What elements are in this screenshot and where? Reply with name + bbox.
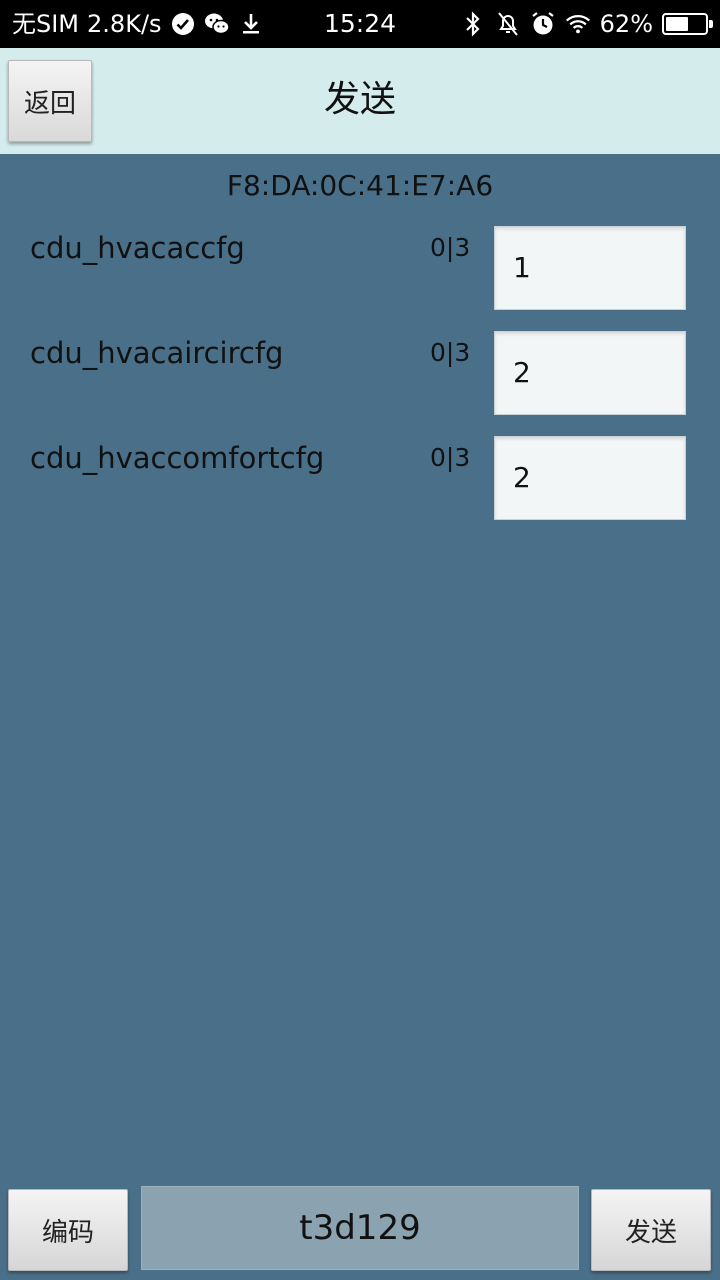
param-name: cdu_hvacaccfg bbox=[30, 231, 245, 265]
bluetooth-icon bbox=[460, 11, 486, 37]
page-title: 发送 bbox=[323, 79, 396, 120]
param-row: cdu_hvaccomfortcfg 0|3 2 bbox=[0, 436, 720, 520]
header-bar: 返回 发送 bbox=[0, 48, 720, 154]
param-value-input[interactable]: 2 bbox=[494, 331, 686, 415]
alarm-icon bbox=[530, 11, 556, 37]
param-row: cdu_hvacaircircfg 0|3 2 bbox=[0, 331, 720, 415]
param-name: cdu_hvacaircircfg bbox=[30, 336, 284, 370]
wifi-icon bbox=[565, 11, 591, 37]
param-range: 0|3 bbox=[430, 338, 471, 367]
battery-fill bbox=[666, 17, 689, 31]
param-value-input[interactable]: 1 bbox=[494, 226, 686, 310]
status-right: 62% bbox=[460, 8, 713, 40]
bell-off-icon bbox=[495, 11, 521, 37]
battery-icon bbox=[662, 13, 713, 35]
param-value-input[interactable]: 2 bbox=[494, 436, 686, 520]
param-name: cdu_hvaccomfortcfg bbox=[30, 441, 325, 475]
battery-percent: 62% bbox=[599, 10, 653, 38]
device-mac-address: F8:DA:0C:41:E7:A6 bbox=[226, 169, 494, 202]
param-range: 0|3 bbox=[430, 233, 471, 262]
param-row: cdu_hvacaccfg 0|3 1 bbox=[0, 226, 720, 310]
send-button[interactable]: 发送 bbox=[591, 1189, 711, 1271]
code-field[interactable]: t3d129 bbox=[141, 1186, 579, 1270]
param-range: 0|3 bbox=[430, 443, 471, 472]
status-bar: 无SIM 2.8K/s 15:24 62% bbox=[0, 0, 720, 48]
encode-button[interactable]: 编码 bbox=[8, 1189, 128, 1271]
